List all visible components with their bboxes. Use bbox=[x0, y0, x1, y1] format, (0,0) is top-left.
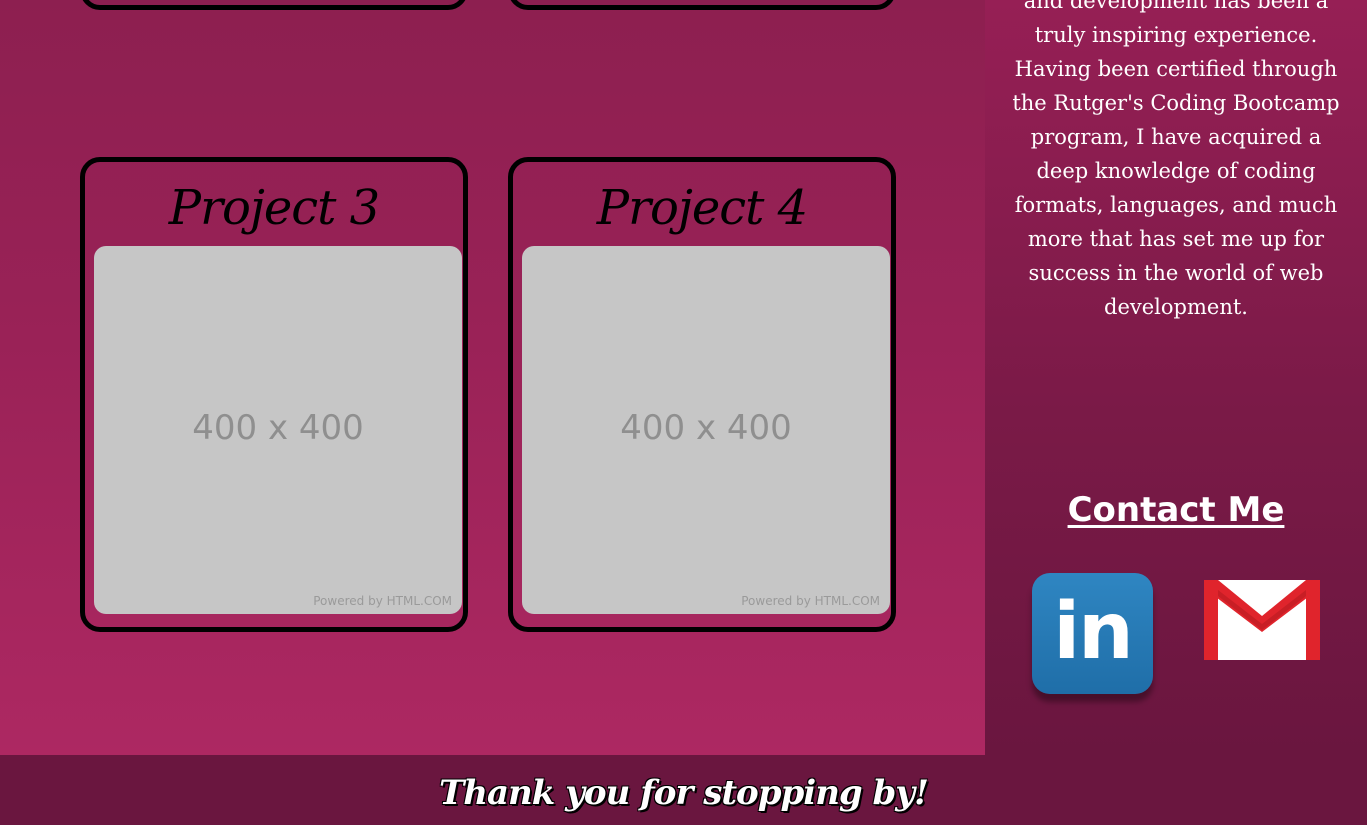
footer-message: Thank you for stopping by! bbox=[439, 773, 929, 813]
placeholder-size-label: 400 x 400 bbox=[620, 408, 792, 448]
gmail-link[interactable] bbox=[1204, 580, 1320, 660]
contact-heading: Contact Me bbox=[1067, 490, 1285, 530]
footer: Thank you for stopping by! bbox=[0, 755, 1367, 825]
linkedin-icon: in bbox=[1053, 586, 1133, 677]
linkedin-link[interactable]: in bbox=[1032, 573, 1153, 694]
project-image-placeholder[interactable]: 400 x 400 Powered by HTML.COM bbox=[522, 246, 890, 614]
placeholder-credit: Powered by HTML.COM bbox=[741, 594, 880, 608]
about-text: and development has been a truly inspiri… bbox=[1012, 0, 1340, 319]
projects-section: Project 3 400 x 400 Powered by HTML.COM … bbox=[0, 0, 985, 755]
project-card-4[interactable]: Project 4 400 x 400 Powered by HTML.COM bbox=[508, 157, 896, 632]
gmail-icon bbox=[1204, 580, 1320, 660]
placeholder-credit: Powered by HTML.COM bbox=[313, 594, 452, 608]
portfolio-page: Project 3 400 x 400 Powered by HTML.COM … bbox=[0, 0, 1367, 825]
project-card-1[interactable] bbox=[80, 0, 468, 10]
project-image-placeholder[interactable]: 400 x 400 Powered by HTML.COM bbox=[94, 246, 462, 614]
project-title: Project 3 bbox=[168, 180, 380, 236]
project-title: Project 4 bbox=[596, 180, 808, 236]
project-card-3[interactable]: Project 3 400 x 400 Powered by HTML.COM bbox=[80, 157, 468, 632]
project-card-2[interactable] bbox=[508, 0, 896, 10]
placeholder-size-label: 400 x 400 bbox=[192, 408, 364, 448]
